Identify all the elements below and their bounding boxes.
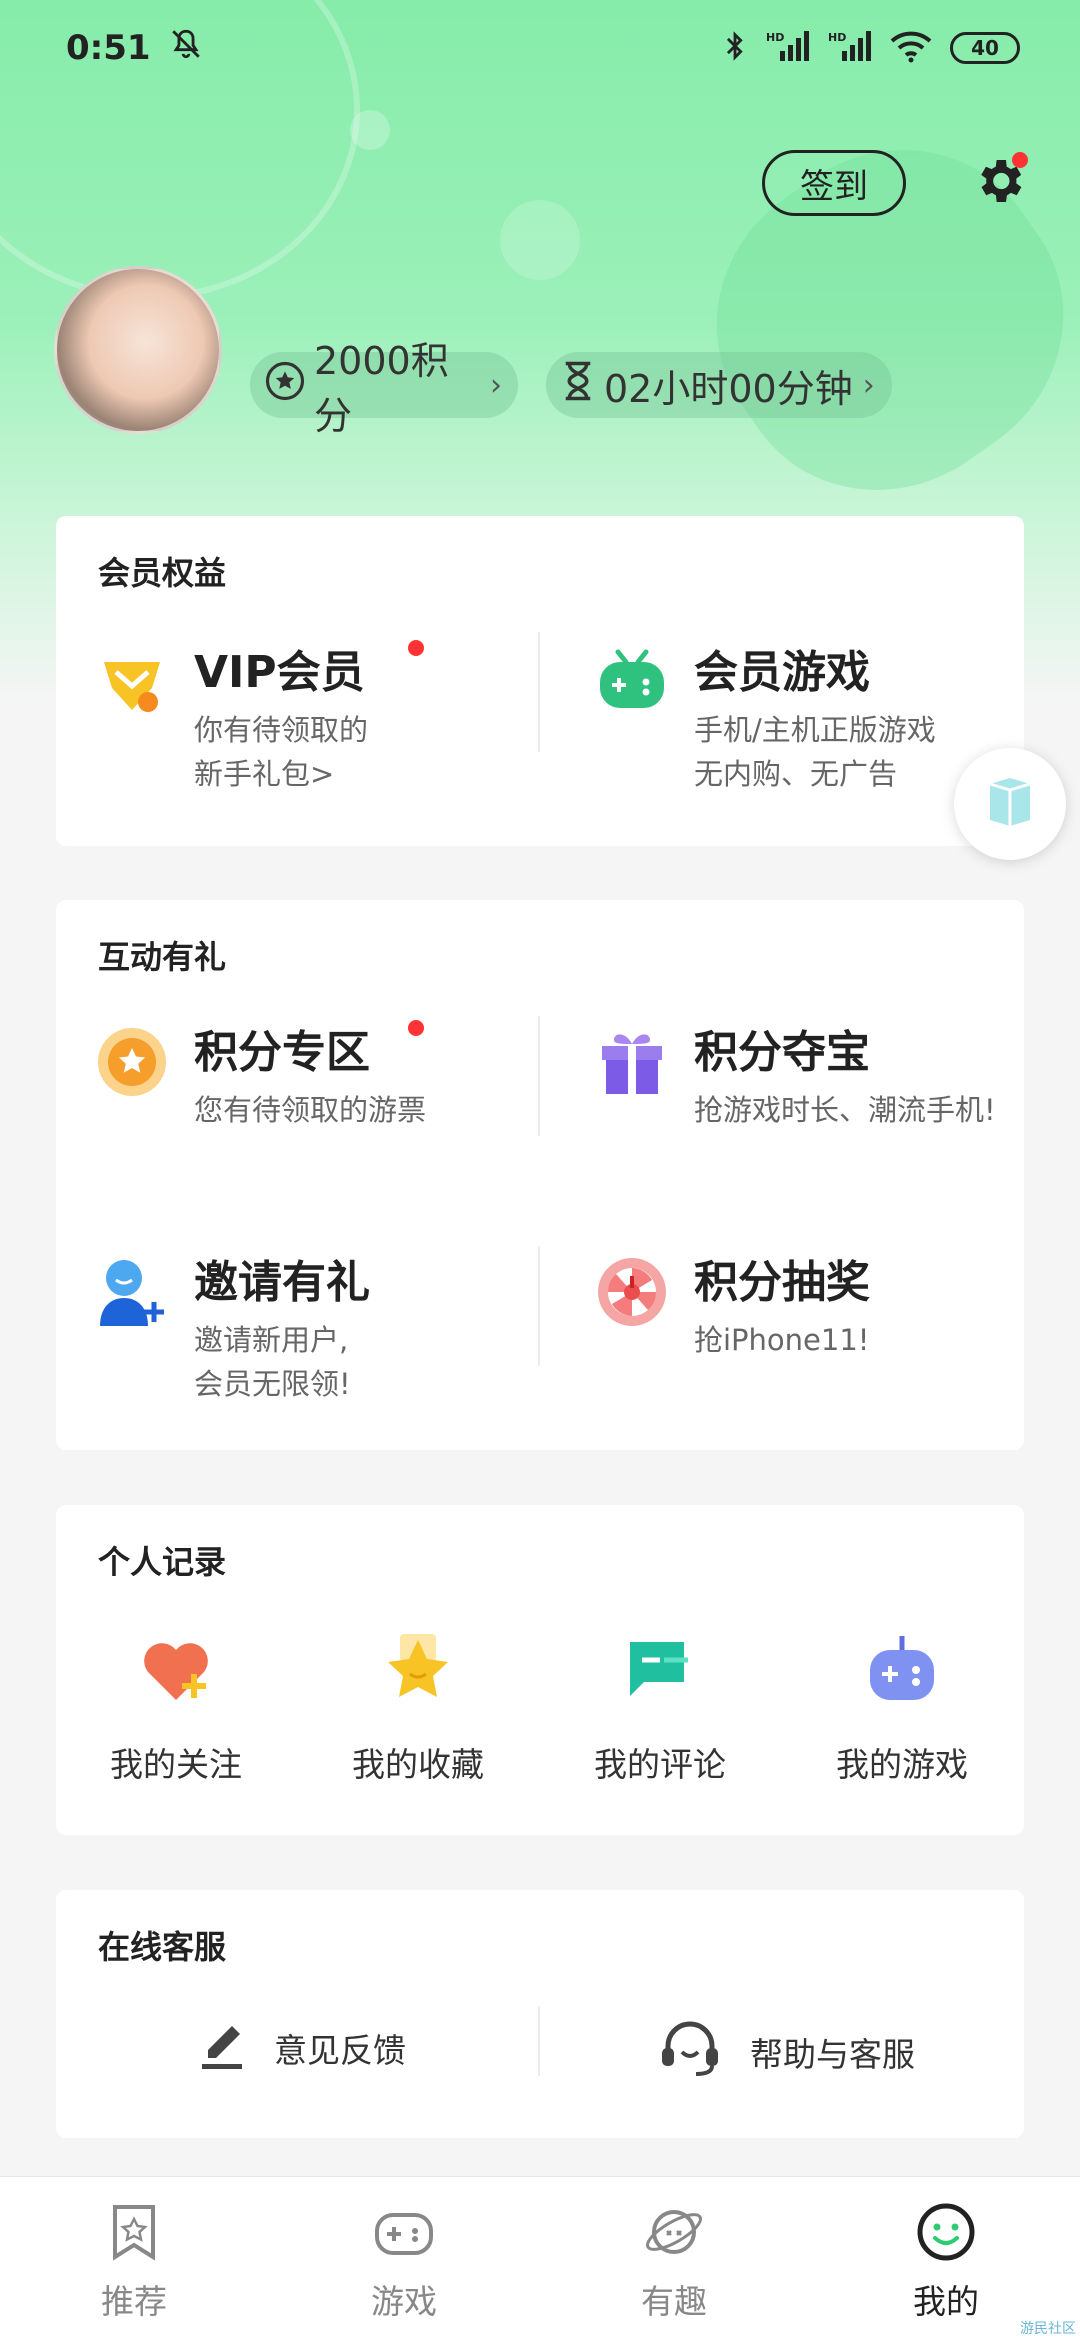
- vip-notification-dot: [408, 640, 424, 656]
- tab-games[interactable]: 游戏: [304, 2201, 504, 2323]
- online-service-title: 在线客服: [98, 1928, 227, 1966]
- status-bar: 0:51 HD HD 40: [0, 0, 1080, 96]
- playtime-pill[interactable]: 02小时00分钟 ›: [546, 352, 892, 418]
- tab-fun-label: 有趣: [641, 2282, 707, 2321]
- pen-icon: [198, 2016, 246, 2080]
- member-benefits-card: 会员权益 VIP会员 你有待领取的 新手礼包> 会员游戏 手机/主机正版游戏 无…: [56, 516, 1024, 846]
- tab-recommend[interactable]: 推荐: [34, 2201, 234, 2323]
- tab-mine-label: 我的: [913, 2282, 979, 2321]
- watermark: 游民社区: [1020, 2321, 1076, 2337]
- help-service-button[interactable]: 帮助与客服: [658, 2016, 915, 2088]
- status-time: 0:51: [66, 28, 151, 68]
- personal-records-title: 个人记录: [98, 1543, 227, 1581]
- my-favorites-label: 我的收藏: [352, 1745, 484, 1784]
- star-icon: [378, 1630, 458, 1710]
- interactive-rewards-title: 互动有礼: [98, 938, 227, 976]
- svg-text:HD: HD: [828, 31, 846, 44]
- member-games-desc: 手机/主机正版游戏 无内购、无广告: [694, 713, 936, 791]
- svg-text:HD: HD: [766, 31, 784, 44]
- bluetooth-icon: [722, 29, 748, 67]
- member-benefits-title: 会员权益: [98, 554, 227, 592]
- vip-diamond-icon: [96, 646, 168, 718]
- points-lottery-desc: 抢iPhone11!: [694, 1323, 870, 1357]
- points-zone-name: 积分专区: [194, 1027, 370, 1078]
- battery-indicator: 40: [950, 32, 1020, 64]
- invite-rewards-name: 邀请有礼: [194, 1257, 370, 1308]
- gamepad-outline-icon: [373, 2201, 435, 2263]
- floating-cube-button[interactable]: [954, 748, 1066, 860]
- star-circle-icon: [264, 360, 306, 411]
- tab-recommend-label: 推荐: [101, 2282, 167, 2321]
- avatar[interactable]: [54, 266, 222, 434]
- settings-button[interactable]: [966, 150, 1032, 216]
- comment-icon: [620, 1630, 700, 1710]
- tab-games-label: 游戏: [371, 2282, 437, 2321]
- my-games-label: 我的游戏: [836, 1745, 968, 1784]
- points-treasure-name: 积分夺宝: [694, 1027, 870, 1078]
- feedback-button[interactable]: 意见反馈: [198, 2016, 406, 2080]
- points-treasure-desc: 抢游戏时长、潮流手机!: [694, 1093, 996, 1127]
- my-follows-item[interactable]: 我的关注: [66, 1630, 286, 1786]
- signin-button[interactable]: 签到: [762, 150, 906, 216]
- interactive-rewards-card: 互动有礼 积分专区 您有待领取的游票 积分夺宝 抢游戏时长、潮流手机! 邀请有礼…: [56, 900, 1024, 1450]
- invite-user-icon: [96, 1256, 168, 1328]
- planet-icon: [643, 2201, 705, 2263]
- chevron-right-icon: ›: [490, 367, 502, 403]
- headset-icon: [658, 2016, 722, 2088]
- tab-fun[interactable]: 有趣: [574, 2201, 774, 2323]
- signal-hd-icon: HD: [766, 29, 810, 67]
- vip-member-desc: 你有待领取的 新手礼包>: [194, 713, 369, 791]
- bottom-tab-bar: 推荐 游戏 有趣 我的: [0, 2176, 1080, 2340]
- invite-rewards-desc: 邀请新用户, 会员无限领!: [194, 1323, 351, 1401]
- chevron-right-icon: ›: [862, 367, 875, 403]
- bell-muted-icon: [169, 27, 203, 70]
- my-favorites-item[interactable]: 我的收藏: [308, 1630, 528, 1786]
- lottery-wheel-icon: [596, 1256, 668, 1328]
- online-service-card: 在线客服: [56, 1890, 1024, 2138]
- my-comments-label: 我的评论: [594, 1745, 726, 1784]
- gift-box-icon: [596, 1026, 668, 1098]
- playtime-label: 02小时00分钟: [604, 366, 853, 411]
- help-service-label: 帮助与客服: [750, 2035, 915, 2074]
- vip-member-name: VIP会员: [194, 647, 365, 698]
- my-follows-label: 我的关注: [110, 1745, 242, 1784]
- settings-notification-dot: [1012, 152, 1028, 168]
- cube-icon: [978, 770, 1042, 838]
- my-games-item[interactable]: 我的游戏: [792, 1630, 1012, 1786]
- smiley-icon: [915, 2201, 977, 2263]
- hourglass-icon: [560, 360, 596, 411]
- points-label: 2000积分: [314, 339, 449, 438]
- heart-icon: [136, 1630, 216, 1710]
- gamepad-icon: [596, 646, 668, 718]
- bookmark-star-icon: [103, 2201, 165, 2263]
- points-zone-notification-dot: [408, 1020, 424, 1036]
- points-lottery-name: 积分抽奖: [694, 1257, 870, 1308]
- feedback-label: 意见反馈: [274, 2031, 406, 2070]
- points-pill[interactable]: 2000积分 ›: [250, 339, 518, 438]
- member-games-name: 会员游戏: [694, 647, 870, 698]
- signal-hd-icon-2: HD: [828, 29, 872, 67]
- game-controller-icon: [862, 1630, 942, 1710]
- points-medal-icon: [96, 1026, 168, 1098]
- tab-mine[interactable]: 我的: [846, 2201, 1046, 2323]
- my-comments-item[interactable]: 我的评论: [550, 1630, 770, 1786]
- points-zone-desc: 您有待领取的游票: [194, 1093, 427, 1127]
- wifi-icon: [890, 29, 932, 67]
